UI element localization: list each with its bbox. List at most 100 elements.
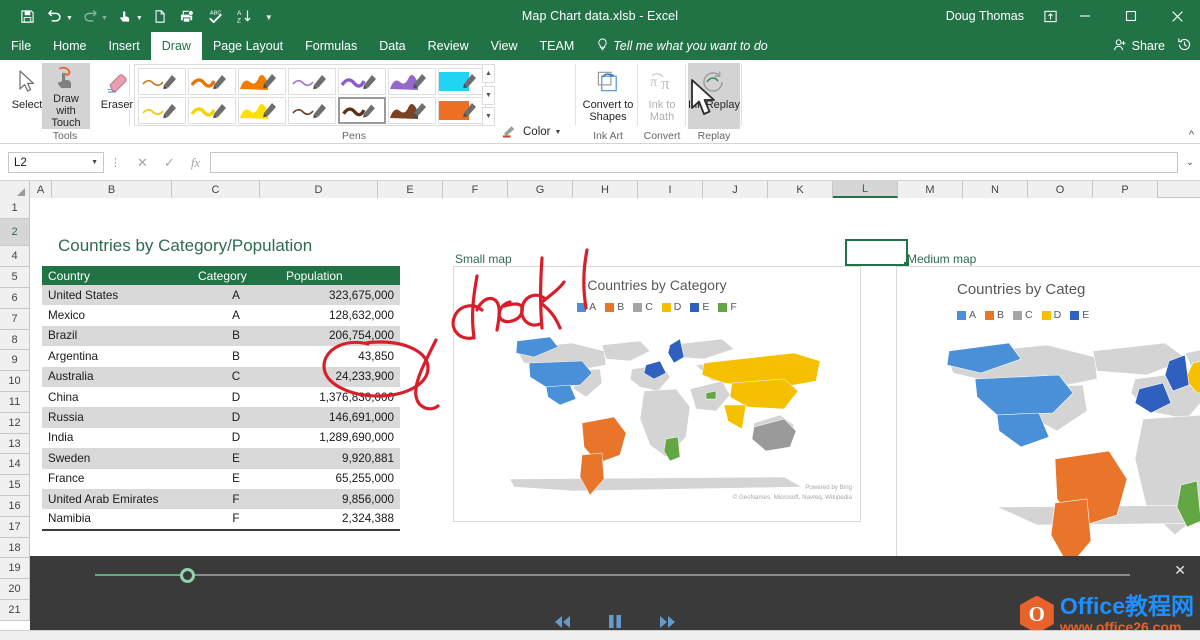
version-history-icon[interactable] bbox=[1177, 37, 1192, 55]
cell-population[interactable]: 2,324,388 bbox=[280, 509, 400, 529]
cell-country[interactable]: Mexico bbox=[42, 305, 192, 325]
row-header-12[interactable]: 12 bbox=[0, 413, 30, 434]
legend-item-B[interactable]: B bbox=[605, 301, 624, 313]
tab-formulas[interactable]: Formulas bbox=[294, 32, 368, 60]
column-header-H[interactable]: H bbox=[573, 181, 638, 198]
cell-country[interactable]: China bbox=[42, 387, 192, 407]
maximize-button[interactable] bbox=[1108, 0, 1154, 32]
table-row[interactable]: China D 1,376,830,000 bbox=[42, 387, 400, 407]
tab-file[interactable]: File bbox=[0, 32, 42, 60]
column-category[interactable]: Category bbox=[192, 266, 280, 285]
rewind-button[interactable] bbox=[554, 615, 572, 629]
cell-population[interactable]: 24,233,900 bbox=[280, 367, 400, 387]
minimize-button[interactable] bbox=[1062, 0, 1108, 32]
cell-category[interactable]: A bbox=[192, 305, 280, 325]
cell-country[interactable]: Argentina bbox=[42, 346, 192, 366]
cell-country[interactable]: France bbox=[42, 469, 192, 489]
column-header-G[interactable]: G bbox=[508, 181, 573, 198]
draw-with-touch-button[interactable]: Draw with Touch bbox=[42, 63, 90, 129]
ink-replay-handle[interactable] bbox=[180, 568, 195, 583]
column-header-L[interactable]: L bbox=[833, 181, 898, 198]
row-header-15[interactable]: 15 bbox=[0, 475, 30, 496]
table-row[interactable]: Sweden E 9,920,881 bbox=[42, 448, 400, 468]
user-name[interactable]: Doug Thomas bbox=[946, 0, 1024, 32]
selected-cell-L2[interactable] bbox=[845, 239, 908, 266]
legend-item-C[interactable]: C bbox=[633, 301, 653, 313]
table-row[interactable]: Namibia F 2,324,388 bbox=[42, 509, 400, 529]
pause-button[interactable] bbox=[608, 614, 622, 629]
cell-category[interactable]: B bbox=[192, 326, 280, 346]
column-header-M[interactable]: M bbox=[898, 181, 963, 198]
tab-team[interactable]: TEAM bbox=[529, 32, 586, 60]
share-button[interactable]: Share bbox=[1113, 38, 1165, 55]
row-header-5[interactable]: 5 bbox=[0, 267, 30, 288]
row-header-8[interactable]: 8 bbox=[0, 330, 30, 350]
table-row[interactable]: Mexico A 128,632,000 bbox=[42, 305, 400, 325]
ink-replay-slider[interactable] bbox=[95, 574, 1130, 576]
row-header-9[interactable]: 9 bbox=[0, 350, 30, 371]
column-country[interactable]: Country bbox=[42, 266, 192, 285]
table-row[interactable]: United Arab Emirates F 9,856,000 bbox=[42, 489, 400, 509]
cell-category[interactable]: A bbox=[192, 285, 280, 305]
column-header-A[interactable]: A bbox=[30, 181, 52, 198]
row-header-6[interactable]: 6 bbox=[0, 288, 30, 309]
column-header-I[interactable]: I bbox=[638, 181, 703, 198]
restore-account-icon[interactable] bbox=[1043, 0, 1058, 32]
cell-category[interactable]: D bbox=[192, 387, 280, 407]
cell-category[interactable]: F bbox=[192, 489, 280, 509]
ink-to-math-button[interactable]: ππ Ink to Math bbox=[638, 63, 686, 129]
cell-population[interactable]: 128,632,000 bbox=[280, 305, 400, 325]
cell-category[interactable]: B bbox=[192, 346, 280, 366]
row-header-11[interactable]: 11 bbox=[0, 392, 30, 413]
row-header-20[interactable]: 20 bbox=[0, 579, 30, 600]
table-row[interactable]: Russia D 146,691,000 bbox=[42, 407, 400, 427]
tab-review[interactable]: Review bbox=[417, 32, 480, 60]
tab-draw[interactable]: Draw bbox=[151, 32, 202, 60]
column-header-E[interactable]: E bbox=[378, 181, 443, 198]
fast-forward-button[interactable] bbox=[658, 615, 676, 629]
close-button[interactable] bbox=[1154, 0, 1200, 32]
cell-population[interactable]: 1,289,690,000 bbox=[280, 428, 400, 448]
table-row[interactable]: United States A 323,675,000 bbox=[42, 285, 400, 305]
sheet-tab-strip[interactable] bbox=[0, 630, 1200, 640]
legend-item-D[interactable]: D bbox=[1042, 309, 1062, 321]
row-header-21[interactable]: 21 bbox=[0, 600, 30, 621]
cell-category[interactable]: E bbox=[192, 469, 280, 489]
cell-category[interactable]: E bbox=[192, 448, 280, 468]
row-header-4[interactable]: 4 bbox=[0, 246, 30, 267]
column-header-O[interactable]: O bbox=[1028, 181, 1093, 198]
name-box-dropdown-icon[interactable]: ▼ bbox=[91, 159, 98, 166]
column-header-D[interactable]: D bbox=[260, 181, 378, 198]
legend-item-D[interactable]: D bbox=[662, 301, 682, 313]
cell-country[interactable]: Australia bbox=[42, 367, 192, 387]
row-header-1[interactable]: 1 bbox=[0, 198, 30, 219]
row-header-17[interactable]: 17 bbox=[0, 517, 30, 538]
formula-bar-grip[interactable]: ⋮ bbox=[110, 156, 121, 169]
table-row[interactable]: India D 1,289,690,000 bbox=[42, 428, 400, 448]
row-header-18[interactable]: 18 bbox=[0, 538, 30, 558]
column-header-P[interactable]: P bbox=[1093, 181, 1158, 198]
legend-item-F[interactable]: F bbox=[718, 301, 736, 313]
cell-population[interactable]: 206,754,000 bbox=[280, 326, 400, 346]
column-header-K[interactable]: K bbox=[768, 181, 833, 198]
column-header-F[interactable]: F bbox=[443, 181, 508, 198]
cell-population[interactable]: 146,691,000 bbox=[280, 407, 400, 427]
table-row[interactable]: France E 65,255,000 bbox=[42, 469, 400, 489]
legend-item-B[interactable]: B bbox=[985, 309, 1004, 321]
column-population[interactable]: Population bbox=[280, 266, 400, 285]
small-map-chart[interactable]: Countries by Category A B C D E F bbox=[453, 266, 861, 522]
cell-population[interactable]: 323,675,000 bbox=[280, 285, 400, 305]
cancel-entry-icon[interactable]: ✕ bbox=[137, 155, 148, 171]
tell-me-box[interactable]: Tell me what you want to do bbox=[585, 32, 768, 60]
row-header-10[interactable]: 10 bbox=[0, 371, 30, 392]
legend-item-C[interactable]: C bbox=[1013, 309, 1033, 321]
column-header-C[interactable]: C bbox=[172, 181, 260, 198]
row-header-7[interactable]: 7 bbox=[0, 309, 30, 330]
table-row[interactable]: Australia C 24,233,900 bbox=[42, 367, 400, 387]
data-table[interactable]: Country Category Population United State… bbox=[42, 266, 400, 531]
cell-country[interactable]: Namibia bbox=[42, 509, 192, 529]
close-icon[interactable]: ✕ bbox=[1174, 563, 1186, 577]
insert-function-icon[interactable]: fx bbox=[191, 155, 200, 171]
select-all-corner[interactable] bbox=[0, 181, 30, 198]
row-header-19[interactable]: 19 bbox=[0, 558, 30, 579]
